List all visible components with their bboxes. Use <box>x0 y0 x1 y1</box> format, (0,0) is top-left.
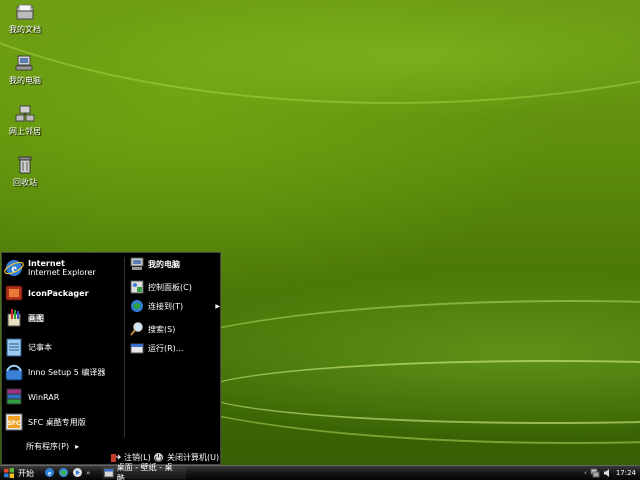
chevron-right-icon: ▸ <box>75 441 80 451</box>
internet-explorer-icon[interactable]: e <box>44 467 55 478</box>
documents-folder-icon <box>16 4 34 20</box>
quick-launch-more-icon[interactable]: » <box>86 467 90 479</box>
computer-icon <box>15 55 33 71</box>
globe-icon[interactable] <box>58 467 69 478</box>
start-menu-item-title: WinRAR <box>28 392 60 402</box>
start-button[interactable]: 开始 <box>0 466 40 480</box>
start-menu-item-title: IconPackager <box>28 288 89 298</box>
start-menu-item-title: 记事本 <box>28 342 52 352</box>
submenu-arrow-icon: ▶ <box>215 302 220 310</box>
internet-explorer-icon: e <box>4 260 24 276</box>
desktop-icon-my-documents[interactable]: 我的文档 <box>0 3 50 35</box>
notepad-icon <box>6 338 22 357</box>
power-icon <box>154 452 163 462</box>
start-menu-link-my-computer[interactable]: 我的电脑 <box>130 256 220 272</box>
quick-launch: e » <box>44 467 90 479</box>
system-tray: ‹ 17:24 <box>574 466 640 480</box>
computer-icon <box>130 257 144 270</box>
start-menu-item-notepad[interactable]: 记事本 <box>4 335 122 359</box>
winrar-icon <box>6 388 22 405</box>
start-menu-link-label: 控制面板(C) <box>148 282 192 292</box>
start-menu-item-sfc[interactable]: SFC SFC 桌酷专用版 <box>4 410 122 434</box>
start-menu-divider <box>124 257 125 437</box>
desktop-icon-label: 网上邻居 <box>9 127 41 136</box>
desktop-icon-label: 回收站 <box>13 178 37 187</box>
desktop-icon-recycle-bin[interactable]: 回收站 <box>0 156 50 188</box>
start-menu-footer: 所有程序(P) ▸ 注销(L) 关闭计算机(U) <box>2 439 220 464</box>
run-icon <box>130 343 144 354</box>
recycle-bin-icon <box>18 156 32 174</box>
svg-text:SFC: SFC <box>8 420 21 427</box>
start-menu-link-control-panel[interactable]: 控制面板(C) <box>130 279 220 295</box>
desktop-icon-my-computer[interactable]: 我的电脑 <box>0 54 50 86</box>
connect-to-icon <box>131 300 143 312</box>
start-button-label: 开始 <box>18 468 34 478</box>
tray-chevron-icon[interactable]: ‹ <box>584 469 587 477</box>
start-menu-item-title: Internet <box>28 259 65 268</box>
network-tray-icon[interactable] <box>590 468 600 478</box>
windows-logo-icon <box>4 467 14 479</box>
desktop-icon-label: 我的电脑 <box>9 76 41 85</box>
all-programs-button[interactable]: 所有程序(P) ▸ <box>26 439 79 453</box>
start-menu-pinned-list: e Internet Internet Explorer IconPackage… <box>2 253 124 439</box>
start-menu-item-internet[interactable]: e Internet Internet Explorer <box>4 256 122 280</box>
start-menu-link-search[interactable]: 搜索(S) <box>130 321 220 337</box>
logoff-icon <box>111 453 121 462</box>
media-player-icon[interactable] <box>72 467 83 478</box>
start-menu-item-winrar[interactable]: WinRAR <box>4 385 122 409</box>
control-panel-icon <box>130 280 144 294</box>
start-menu-link-label: 连接到(T) <box>148 301 184 311</box>
inno-setup-icon <box>5 364 23 381</box>
network-icon <box>15 105 35 122</box>
window-icon <box>104 468 114 478</box>
start-menu-places-list: 我的电脑 控制面板(C) 连接到(T) ▶ 搜索(S) 运行(R)... <box>126 253 220 439</box>
start-menu-item-title: Inno Setup 5 编译器 <box>28 367 106 377</box>
start-menu-item-title: SFC 桌酷专用版 <box>28 417 86 427</box>
search-icon <box>130 322 143 336</box>
sfc-icon: SFC <box>5 413 23 431</box>
taskbar-window-button[interactable]: 桌面 - 壁纸 - 桌酷... <box>102 463 186 483</box>
start-menu-item-subtitle: Internet Explorer <box>28 268 96 277</box>
desktop-icon-label: 我的文档 <box>9 25 41 34</box>
start-menu-link-connect-to[interactable]: 连接到(T) ▶ <box>130 298 220 314</box>
shutdown-label: 关闭计算机(U) <box>167 452 220 462</box>
logoff-label: 注销(L) <box>124 452 151 462</box>
wallpaper-swoosh <box>0 0 640 104</box>
start-menu-item-title: 画图 <box>28 313 44 323</box>
volume-icon[interactable] <box>603 468 613 478</box>
taskbar-window-title: 桌面 - 壁纸 - 桌酷... <box>116 463 173 483</box>
desktop-icon-network[interactable]: 网上邻居 <box>0 105 50 137</box>
start-menu-link-label: 搜索(S) <box>148 324 176 334</box>
start-menu-link-label: 运行(R)... <box>148 343 184 353</box>
start-menu-link-label: 我的电脑 <box>148 259 180 269</box>
start-menu-item-inno-setup[interactable]: Inno Setup 5 编译器 <box>4 360 122 384</box>
start-menu-item-paint[interactable]: 画图 <box>4 306 122 330</box>
start-menu-link-run[interactable]: 运行(R)... <box>130 340 220 356</box>
svg-text:e: e <box>48 470 51 478</box>
clock[interactable]: 17:24 <box>616 469 636 477</box>
all-programs-label: 所有程序(P) <box>26 441 70 451</box>
paint-icon <box>7 309 21 327</box>
start-menu: e Internet Internet Explorer IconPackage… <box>1 252 221 465</box>
iconpackager-icon <box>5 285 23 301</box>
taskbar: 开始 e » 桌面 - 壁纸 - 桌酷... ‹ 17:24 <box>0 463 640 483</box>
start-menu-item-iconpackager[interactable]: IconPackager <box>4 281 122 305</box>
